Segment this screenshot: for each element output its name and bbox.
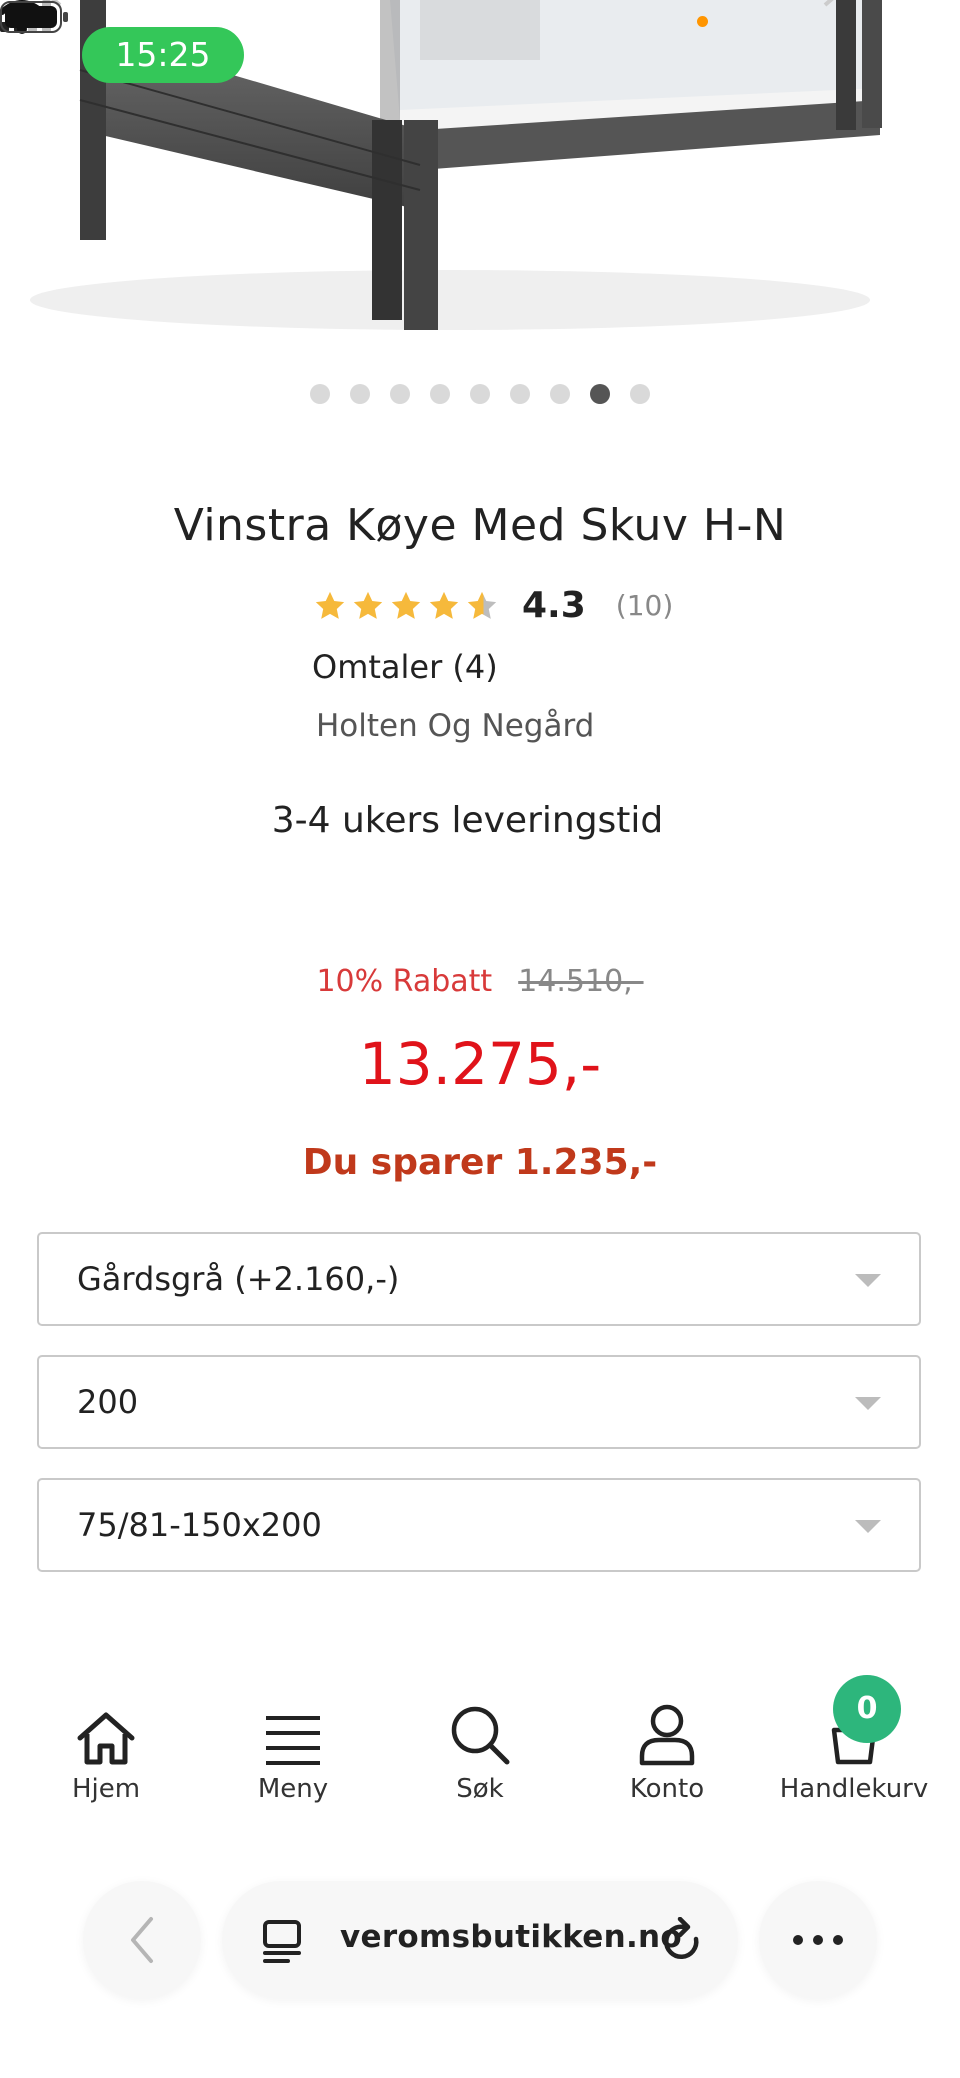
star-icon xyxy=(429,591,459,619)
star-icon xyxy=(391,591,421,619)
nav-home[interactable]: Hjem xyxy=(31,1680,181,1804)
carousel-dot[interactable] xyxy=(350,384,370,404)
carousel-dot[interactable] xyxy=(630,384,650,404)
carousel-dot[interactable] xyxy=(470,384,490,404)
nav-cart[interactable]: 0 Handlekurv xyxy=(779,1675,929,1804)
current-price: 13.275,- xyxy=(358,1030,602,1098)
carousel-dot[interactable] xyxy=(550,384,570,404)
star-icon xyxy=(353,591,383,619)
carousel-dot[interactable] xyxy=(390,384,410,404)
bottom-nav: Hjem Meny Søk Konto 0 Handlekurv xyxy=(0,1675,960,1810)
reviews-link[interactable]: Omtaler (4) xyxy=(312,648,498,686)
chevron-down-icon xyxy=(855,1274,881,1287)
search-icon xyxy=(451,1706,510,1765)
address-bar[interactable]: veromsbutikken.no xyxy=(222,1881,738,1999)
chevron-down-icon xyxy=(855,1397,881,1410)
browser-toolbar: veromsbutikken.no xyxy=(0,1860,960,2078)
chevron-down-icon xyxy=(855,1520,881,1533)
discount-row: 10% Rabatt 14.510,- xyxy=(0,964,960,999)
carousel-dot[interactable] xyxy=(430,384,450,404)
savings-text: Du sparer 1.235,- xyxy=(302,1142,658,1183)
browser-more-button[interactable] xyxy=(759,1881,877,1999)
home-icon xyxy=(77,1712,135,1765)
image-carousel-dots[interactable] xyxy=(0,384,960,404)
carousel-dot[interactable] xyxy=(310,384,330,404)
menu-icon xyxy=(266,1716,320,1765)
color-select-value: Gårdsgrå (+2.160,-) xyxy=(77,1260,400,1298)
carousel-dot[interactable] xyxy=(510,384,530,404)
battery-icon xyxy=(0,1,68,33)
browser-back-button[interactable] xyxy=(83,1881,201,1999)
discount-label: 10% Rabatt xyxy=(316,964,493,999)
size-select-value: 75/81-150x200 xyxy=(77,1506,322,1544)
nav-account[interactable]: Konto xyxy=(592,1680,742,1804)
color-select[interactable]: Gårdsgrå (+2.160,-) xyxy=(37,1232,921,1326)
delivery-time: 3-4 ukers leveringstid xyxy=(271,800,664,841)
brand-link[interactable]: Holten Og Negård xyxy=(316,708,594,744)
url-text: veromsbutikken.no xyxy=(340,1919,683,1955)
length-select-value: 200 xyxy=(77,1383,139,1421)
size-select[interactable]: 75/81-150x200 xyxy=(37,1478,921,1572)
product-image[interactable]: 15:25 xyxy=(0,0,960,360)
chevron-left-icon xyxy=(131,1917,153,1963)
nav-menu[interactable]: Meny xyxy=(218,1680,368,1804)
account-icon xyxy=(639,1704,695,1766)
nav-menu-label: Meny xyxy=(257,1774,329,1804)
rating-stars xyxy=(312,589,500,623)
star-half-icon xyxy=(467,591,497,619)
rating-value: 4.3 xyxy=(522,585,586,626)
privacy-indicator xyxy=(697,16,708,27)
star-icon xyxy=(315,591,345,619)
product-rating[interactable]: 4.3 (10) xyxy=(312,585,673,626)
product-title: Vinstra Køye Med Skuv H-N xyxy=(173,500,787,551)
nav-account-label: Konto xyxy=(629,1774,705,1804)
nav-search-label: Søk xyxy=(456,1774,504,1804)
nav-search[interactable]: Søk xyxy=(405,1680,555,1804)
carousel-dot[interactable] xyxy=(590,384,610,404)
old-price: 14.510,- xyxy=(518,964,644,999)
length-select[interactable]: 200 xyxy=(37,1355,921,1449)
nav-home-label: Hjem xyxy=(71,1774,141,1804)
nav-cart-label: Handlekurv xyxy=(779,1774,929,1804)
more-icon xyxy=(793,1935,843,1945)
reload-icon[interactable] xyxy=(660,1917,704,1965)
cart-count-badge: 0 xyxy=(833,1675,901,1743)
page-menu-icon xyxy=(263,1920,301,1963)
status-time: 15:25 xyxy=(82,27,244,83)
rating-count: (10) xyxy=(615,589,674,622)
